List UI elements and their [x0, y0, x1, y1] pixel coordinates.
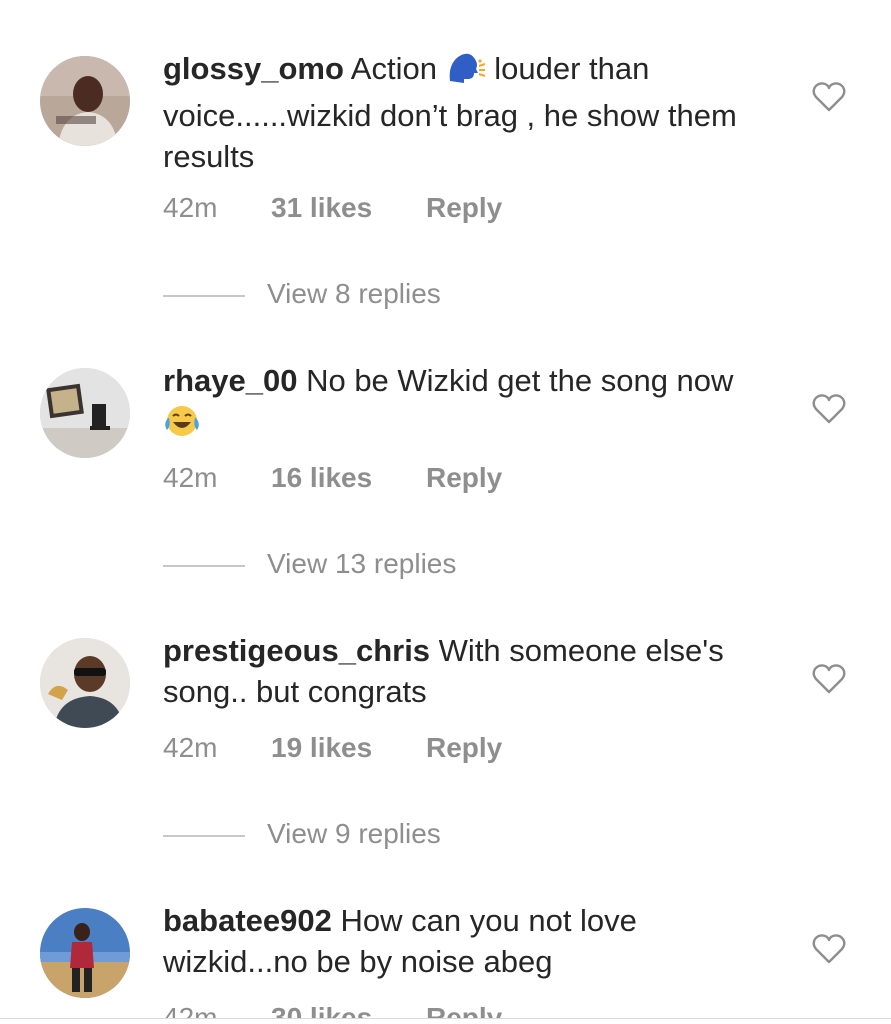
reply-button[interactable]: Reply	[426, 462, 502, 494]
reply-button[interactable]: Reply	[426, 732, 502, 764]
comment-likes[interactable]: 16 likes	[271, 462, 426, 494]
comment-time: 42m	[163, 732, 218, 763]
comment-username[interactable]: prestigeous_chris	[163, 633, 430, 668]
comments-feed: glossy_omo Action louder than voice.....…	[0, 0, 891, 1024]
replies-divider	[163, 294, 245, 297]
comment-text: prestigeous_chris With someone else's so…	[163, 630, 763, 712]
comment-time: 42m	[163, 192, 218, 223]
comment-text: babatee902 How can you not love wizkid..…	[163, 900, 763, 982]
avatar[interactable]	[40, 56, 130, 146]
reply-button[interactable]: Reply	[426, 192, 502, 224]
speaking-head-emoji-icon	[446, 51, 486, 95]
heart-outline-icon[interactable]	[812, 82, 846, 112]
comment-likes[interactable]: 19 likes	[271, 732, 426, 764]
replies-divider	[163, 834, 245, 837]
comment-username[interactable]: babatee902	[163, 903, 332, 938]
comment-text-part: Action	[350, 51, 437, 86]
comment-meta: 42m 19 likes Reply	[163, 732, 502, 764]
comment-text: rhaye_00 No be Wizkid get the song now	[163, 360, 763, 448]
comment-username[interactable]: glossy_omo	[163, 51, 344, 86]
view-replies-button[interactable]: View 9 replies	[163, 818, 441, 858]
heart-outline-icon[interactable]	[812, 934, 846, 964]
avatar-image	[40, 638, 130, 728]
avatar-image	[40, 56, 130, 146]
avatar-image	[40, 368, 130, 458]
comment-text: glossy_omo Action louder than voice.....…	[163, 48, 763, 177]
avatar[interactable]	[40, 368, 130, 458]
avatar-image	[40, 908, 130, 998]
comment-meta: 42m 31 likes Reply	[163, 192, 502, 224]
replies-divider	[163, 564, 245, 567]
view-replies-label: View 9 replies	[267, 818, 441, 849]
heart-outline-icon[interactable]	[812, 394, 846, 424]
bottom-divider	[0, 1018, 891, 1024]
comment-text-part: No be Wizkid get the song now	[306, 363, 734, 398]
view-replies-button[interactable]: View 13 replies	[163, 548, 456, 588]
view-replies-label: View 13 replies	[267, 548, 457, 579]
comment-meta: 42m 16 likes Reply	[163, 462, 502, 494]
comment-time: 42m	[163, 462, 218, 493]
view-replies-button[interactable]: View 8 replies	[163, 278, 441, 318]
face-with-tears-of-joy-emoji-icon	[163, 404, 201, 448]
avatar[interactable]	[40, 638, 130, 728]
comment-likes[interactable]: 31 likes	[271, 192, 426, 224]
comment-username[interactable]: rhaye_00	[163, 363, 297, 398]
avatar[interactable]	[40, 908, 130, 998]
view-replies-label: View 8 replies	[267, 278, 441, 309]
heart-outline-icon[interactable]	[812, 664, 846, 694]
